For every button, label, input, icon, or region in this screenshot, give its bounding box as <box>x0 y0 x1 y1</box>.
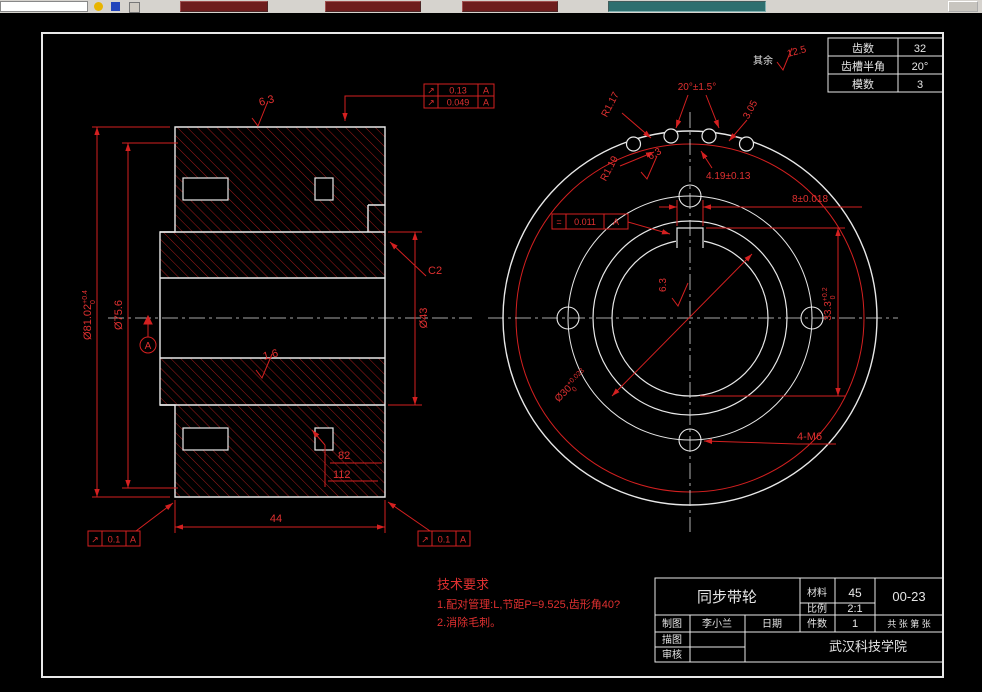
tol2-ref: A <box>483 98 489 108</box>
tol-key-sym: = <box>556 217 561 227</box>
tech-req-line1: 1.配对管理:L,节距P=9.525,齿形角40? <box>437 597 620 611</box>
dim-44: 44 <box>270 513 282 525</box>
dim-d43: Ø43 <box>418 308 430 329</box>
dim-angle: 20°±1.5° <box>678 82 717 93</box>
toolbar-button-1[interactable] <box>180 1 268 12</box>
scale-value: 2:1 <box>847 603 862 615</box>
dim-419: 4.19±0.13 <box>706 171 751 182</box>
tol1-val: 0.13 <box>449 86 467 96</box>
dim-63-keyway: 6.3 <box>658 278 669 292</box>
drawing-number: 00-23 <box>892 589 925 604</box>
dim-c2: C2 <box>428 265 442 277</box>
date-label: 日期 <box>762 618 782 630</box>
tech-req-title: 技术要求 <box>437 577 489 592</box>
tol1-sym: ↗ <box>427 86 435 96</box>
tol-bl-val: 0.1 <box>108 535 121 545</box>
cad-canvas[interactable]: Ø81.02+0.40 Ø75.6 Ø43 44 C2 1.6 6.3 A ↗ … <box>0 13 982 692</box>
tol-key-val: 0.011 <box>574 217 596 227</box>
draw-label: 制图 <box>662 617 682 630</box>
tol1-ref: A <box>483 86 489 96</box>
scale-label: 比例 <box>807 602 827 615</box>
qty-value: 1 <box>852 618 858 630</box>
tol2-val: 0.049 <box>447 98 470 108</box>
drafter-name: 李小兰 <box>702 617 732 630</box>
tol2-sym: ↗ <box>427 98 435 108</box>
tol-key-ref: A <box>613 217 619 227</box>
dim-keyway-width: 8±0.018 <box>792 194 829 205</box>
qty-label: 件数 <box>807 617 827 630</box>
dim-d756: Ø75.6 <box>113 300 125 330</box>
part-name: 同步带轮 <box>697 589 757 606</box>
tol-br-ref: A <box>460 535 466 545</box>
school-name: 武汉科技学院 <box>829 639 907 654</box>
toolbar-icon-group <box>92 1 176 13</box>
tol-br-val: 0.1 <box>438 535 451 545</box>
check-label: 审核 <box>662 648 682 661</box>
toolbar-button-3[interactable] <box>462 1 558 12</box>
toolbar-dropdown[interactable] <box>608 1 766 12</box>
datum-a-label: A <box>145 341 152 352</box>
param-value-1: 20° <box>912 61 929 73</box>
tool-icon[interactable] <box>128 2 140 13</box>
trace-label: 描图 <box>662 633 682 646</box>
toolbar <box>0 0 982 14</box>
tool-icon[interactable] <box>111 2 121 11</box>
command-input[interactable] <box>0 1 88 12</box>
param-value-2: 3 <box>917 79 923 91</box>
toolbar-button-4[interactable] <box>948 1 978 12</box>
param-label-1: 齿槽半角 <box>841 59 885 73</box>
dim-4m6: 4-M6 <box>797 431 822 443</box>
note-line1: 82 <box>338 450 350 462</box>
note-line2: 112 <box>333 469 351 481</box>
sheet-info: 共 张 第 张 <box>887 618 931 629</box>
tool-icon[interactable] <box>94 2 103 11</box>
material-label: 材料 <box>807 586 827 599</box>
tol-bl-sym: ↗ <box>91 535 99 545</box>
param-label-0: 齿数 <box>852 42 874 55</box>
param-value-0: 32 <box>914 43 926 55</box>
tol-bl-ref: A <box>130 535 136 545</box>
rest-label: 其余 <box>753 54 773 67</box>
tech-req-line2: 2.消除毛刺。 <box>437 615 501 629</box>
param-label-2: 模数 <box>852 78 874 91</box>
toolbar-button-2[interactable] <box>325 1 421 12</box>
material-value: 45 <box>848 586 862 600</box>
cad-application-window: Ø81.02+0.40 Ø75.6 Ø43 44 C2 1.6 6.3 A ↗ … <box>0 0 982 692</box>
tol-br-sym: ↗ <box>421 535 429 545</box>
